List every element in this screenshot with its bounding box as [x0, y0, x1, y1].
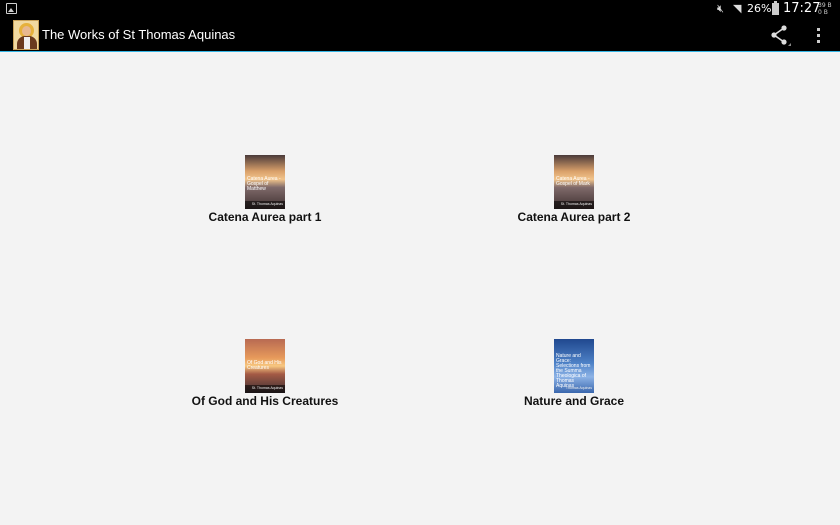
app-logo-icon[interactable]: [13, 20, 39, 50]
book-cover-image[interactable]: Nature and Grace: Selections from the Su…: [554, 339, 594, 393]
book-item-catena-aurea-2[interactable]: Catena Aurea - Gospel of Mark St. Thomas…: [494, 155, 654, 224]
cover-title: Catena Aurea - Gospel of Mark: [556, 176, 590, 187]
cover-title: Catena Aurea - Gospel of Matthew: [247, 176, 281, 192]
share-button[interactable]: [768, 23, 792, 47]
cover-author: St. Thomas Aquinas: [251, 202, 283, 206]
book-cover-image[interactable]: Of God and His Creatures St. Thomas Aqui…: [245, 339, 285, 393]
cover-title: Nature and Grace: Selections from the Su…: [556, 353, 591, 389]
cover-author: St. Thomas Aquinas: [560, 202, 592, 206]
book-item-nature-and-grace[interactable]: Nature and Grace: Selections from the Su…: [494, 339, 654, 408]
app-title: The Works of St Thomas Aquinas: [42, 27, 236, 42]
book-cover-image[interactable]: Catena Aurea - Gospel of Mark St. Thomas…: [554, 155, 594, 209]
book-cover-image[interactable]: Catena Aurea - Gospel of Matthew St. Tho…: [245, 155, 285, 209]
cover-author: St. Thomas Aquinas: [251, 386, 283, 390]
overflow-dot-icon: [817, 40, 820, 43]
cover-author: Thomas Aquinas: [565, 386, 592, 390]
status-bar: 🔇︎ ◥ 26% 17:27 39 B 0 B: [0, 0, 840, 18]
overflow-dot-icon: [817, 28, 820, 31]
battery-percent: 26%: [747, 2, 772, 15]
book-label[interactable]: Of God and His Creatures: [185, 395, 345, 408]
book-label[interactable]: Catena Aurea part 1: [185, 211, 345, 224]
wifi-icon: ◥: [733, 2, 742, 15]
book-item-catena-aurea-1[interactable]: Catena Aurea - Gospel of Matthew St. Tho…: [185, 155, 345, 224]
book-label[interactable]: Nature and Grace: [494, 395, 654, 408]
book-item-of-god-and-his-creatures[interactable]: Of God and His Creatures St. Thomas Aqui…: [185, 339, 345, 408]
overflow-dot-icon: [817, 34, 820, 37]
battery-icon: [772, 1, 779, 15]
cover-title: Of God and His Creatures: [247, 360, 282, 371]
action-bar: The Works of St Thomas Aquinas: [0, 18, 840, 52]
book-grid: Catena Aurea - Gospel of Matthew St. Tho…: [0, 53, 840, 525]
mute-icon: 🔇︎: [717, 2, 724, 15]
share-icon: [771, 25, 791, 46]
book-label[interactable]: Catena Aurea part 2: [494, 211, 654, 224]
picture-notification-icon: [6, 3, 17, 14]
overflow-menu-button[interactable]: [810, 23, 828, 47]
clock: 17:27: [783, 1, 821, 16]
